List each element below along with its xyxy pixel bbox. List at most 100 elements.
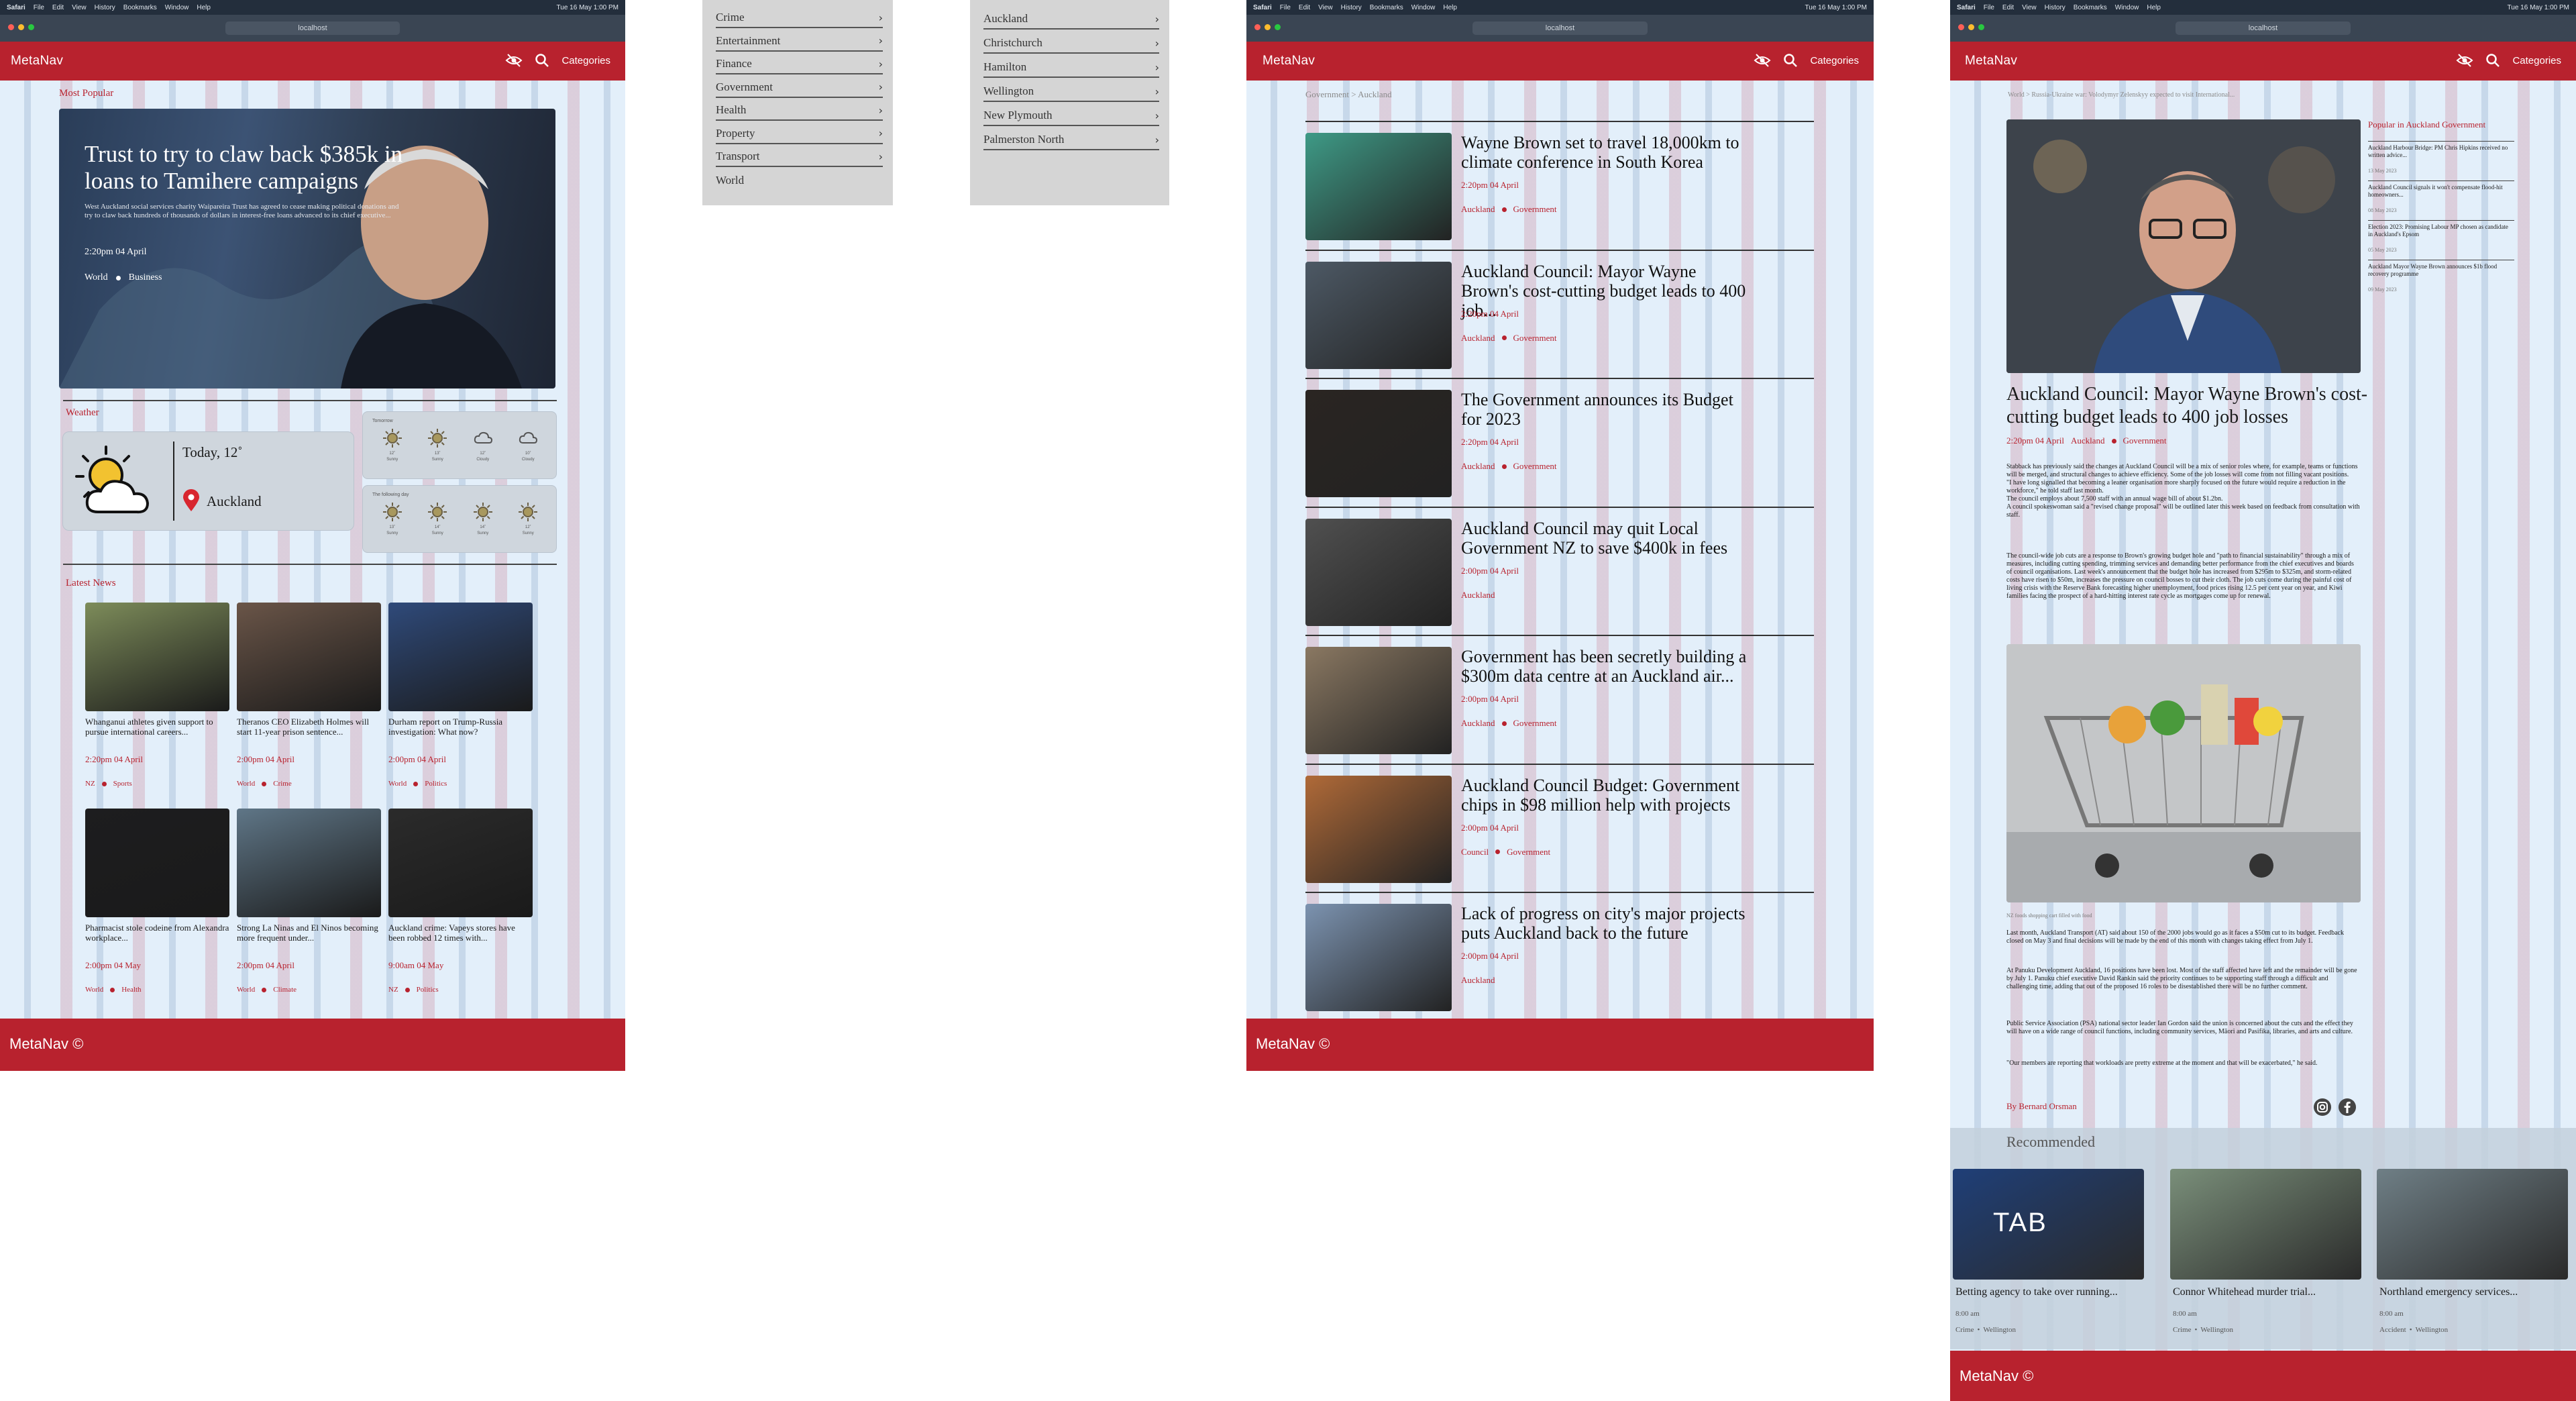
address-bar[interactable]: localhost <box>225 21 400 35</box>
item-tag[interactable]: Government <box>1513 461 1557 472</box>
breadcrumb[interactable]: Government > Auckland <box>1305 89 1392 100</box>
hero-card[interactable]: Trust to try to claw back $385k in loans… <box>59 109 555 388</box>
menu-window[interactable]: Window <box>1411 4 1436 11</box>
menu-history[interactable]: History <box>95 4 115 11</box>
menu-item[interactable]: New Plymouth › <box>983 106 1159 126</box>
menu-item[interactable]: Christchurch › <box>983 34 1159 54</box>
app-name[interactable]: Safari <box>1253 4 1272 11</box>
search-icon[interactable] <box>1783 53 1798 68</box>
latest-news-title[interactable]: Auckland crime: Vapeys stores have been … <box>388 923 533 943</box>
latest-news-title[interactable]: Theranos CEO Elizabeth Holmes will start… <box>237 717 381 737</box>
instagram-icon[interactable] <box>2313 1098 2332 1117</box>
article-tag-government[interactable]: Government <box>2123 435 2167 446</box>
menu-item[interactable]: Crime › <box>716 8 883 28</box>
item-tag[interactable]: NZ <box>85 780 95 788</box>
search-icon[interactable] <box>535 53 549 68</box>
listing-item[interactable]: The Government announces its Budget for … <box>1305 390 1814 497</box>
menu-bookmarks[interactable]: Bookmarks <box>123 4 157 11</box>
popular-topic[interactable]: Auckland Government <box>2406 119 2485 129</box>
zoom-window-button[interactable] <box>28 24 34 30</box>
breadcrumb[interactable]: World > Russia-Ukraine war: Volodymyr Ze… <box>2008 91 2410 99</box>
article-author[interactable]: By Bernard Orsman <box>2006 1101 2077 1112</box>
item-tag[interactable]: Auckland <box>1461 590 1495 601</box>
listing-item-title[interactable]: Government has been secretly building a … <box>1461 647 1750 686</box>
recommended-title[interactable]: Betting agency to take over running... <box>1955 1286 2118 1298</box>
close-window-button[interactable] <box>1958 24 1964 30</box>
app-name[interactable]: Safari <box>7 4 25 11</box>
menu-view[interactable]: View <box>72 4 87 11</box>
menu-edit[interactable]: Edit <box>1299 4 1310 11</box>
site-logo[interactable]: MetaNav <box>1965 54 2017 68</box>
recommended-card[interactable]: TAB Betting agency to take over running..… <box>1953 1169 2147 1343</box>
eye-off-icon[interactable] <box>505 53 523 68</box>
item-tag[interactable]: Auckland <box>1461 461 1495 472</box>
listing-item[interactable]: Auckland Council: Mayor Wayne Brown's co… <box>1305 261 1814 369</box>
menu-item[interactable]: Palmerston North › <box>983 130 1159 150</box>
popular-item-title[interactable]: Auckland Harbour Bridge: PM Chris Hipkin… <box>2368 144 2514 159</box>
item-tag[interactable]: Government <box>1507 847 1550 858</box>
popular-item-title[interactable]: Election 2023: Promising Labour MP chose… <box>2368 223 2514 238</box>
item-tag[interactable]: Council <box>1461 847 1489 858</box>
item-tag[interactable]: World <box>85 986 103 994</box>
menu-help[interactable]: Help <box>197 4 211 11</box>
item-tag[interactable]: Sports <box>113 780 132 788</box>
app-name[interactable]: Safari <box>1957 4 1976 11</box>
menu-edit[interactable]: Edit <box>2002 4 2014 11</box>
item-tag[interactable]: World <box>237 986 255 994</box>
listing-item-title[interactable]: Auckland Council may quit Local Governme… <box>1461 519 1750 558</box>
latest-news-title[interactable]: Pharmacist stole codeine from Alexandra … <box>85 923 229 943</box>
recommended-tag[interactable]: Wellington <box>2416 1326 2449 1334</box>
menu-item[interactable]: Health › <box>716 101 883 121</box>
recommended-tag[interactable]: Accident <box>2379 1326 2406 1334</box>
listing-item[interactable]: Auckland Council may quit Local Governme… <box>1305 518 1814 626</box>
latest-news-card[interactable]: Durham report on Trump-Russia investigat… <box>388 603 533 804</box>
categories-link[interactable]: Categories <box>2512 55 2561 66</box>
menu-item[interactable]: World <box>716 170 883 191</box>
article-tag-auckland[interactable]: Auckland <box>2071 435 2105 446</box>
minimize-window-button[interactable] <box>1265 24 1271 30</box>
item-tag[interactable]: Auckland <box>1461 204 1495 215</box>
menu-history[interactable]: History <box>1341 4 1362 11</box>
menu-item[interactable]: Wellington › <box>983 82 1159 102</box>
listing-item-title[interactable]: Auckland Council Budget: Government chip… <box>1461 776 1750 815</box>
close-window-button[interactable] <box>8 24 14 30</box>
recommended-tag[interactable]: Crime <box>2173 1326 2192 1334</box>
minimize-window-button[interactable] <box>1968 24 1974 30</box>
popular-item-title[interactable]: Auckland Council signals it won't compen… <box>2368 184 2514 199</box>
menu-file[interactable]: File <box>34 4 44 11</box>
item-tag[interactable]: Government <box>1513 204 1557 215</box>
latest-news-card[interactable]: Auckland crime: Vapeys stores have been … <box>388 809 533 1010</box>
item-tag[interactable]: Auckland <box>1461 718 1495 729</box>
menu-bookmarks[interactable]: Bookmarks <box>2074 4 2107 11</box>
popular-item-title[interactable]: Auckland Mayor Wayne Brown announces $1b… <box>2368 263 2514 278</box>
hero-tag-business[interactable]: Business <box>129 272 162 283</box>
categories-link[interactable]: Categories <box>561 55 610 66</box>
recommended-tag[interactable]: Wellington <box>1983 1326 2016 1334</box>
menu-view[interactable]: View <box>1318 4 1333 11</box>
item-tag[interactable]: Crime <box>273 780 292 788</box>
item-tag[interactable]: World <box>237 780 255 788</box>
categories-link[interactable]: Categories <box>1810 55 1859 66</box>
item-tag[interactable]: Politics <box>425 780 447 788</box>
hero-tag-world[interactable]: World <box>85 272 108 283</box>
item-tag[interactable]: Government <box>1513 718 1557 729</box>
listing-item-title[interactable]: Lack of progress on city's major project… <box>1461 904 1750 943</box>
facebook-icon[interactable] <box>2338 1098 2357 1117</box>
latest-news-title[interactable]: Whanganui athletes given support to purs… <box>85 717 229 737</box>
recommended-tag[interactable]: Crime <box>1955 1326 1974 1334</box>
eye-off-icon[interactable] <box>2456 53 2473 68</box>
listing-item[interactable]: Lack of progress on city's major project… <box>1305 904 1814 1011</box>
menu-item[interactable]: Finance › <box>716 54 883 74</box>
item-tag[interactable]: Auckland <box>1461 975 1495 986</box>
zoom-window-button[interactable] <box>1275 24 1281 30</box>
recommended-title[interactable]: Connor Whitehead murder trial... <box>2173 1286 2316 1298</box>
menu-item[interactable]: Hamilton › <box>983 58 1159 78</box>
menu-item[interactable]: Transport › <box>716 147 883 167</box>
menu-help[interactable]: Help <box>1443 4 1457 11</box>
listing-item-title[interactable]: The Government announces its Budget for … <box>1461 390 1750 429</box>
item-tag[interactable]: Politics <box>417 986 439 994</box>
menu-item[interactable]: Auckland › <box>983 9 1159 30</box>
menu-item[interactable]: Government › <box>716 78 883 98</box>
menu-bookmarks[interactable]: Bookmarks <box>1370 4 1403 11</box>
listing-item-title[interactable]: Wayne Brown set to travel 18,000km to cl… <box>1461 133 1750 172</box>
